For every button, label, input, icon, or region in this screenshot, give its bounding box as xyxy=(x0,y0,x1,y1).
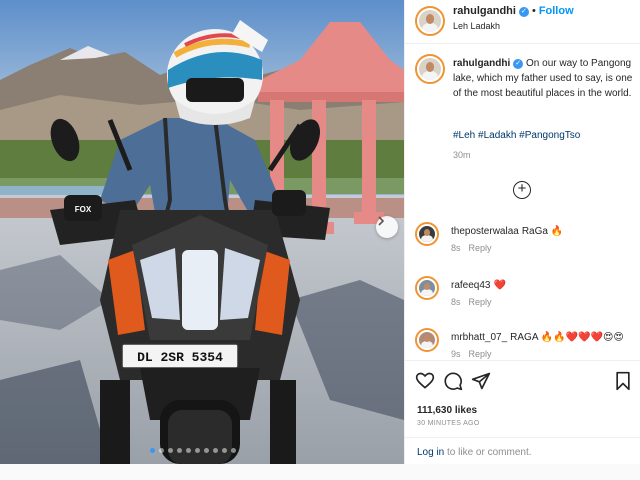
carousel-dot xyxy=(150,448,155,453)
bookmark-icon[interactable] xyxy=(613,371,633,391)
carousel-dot xyxy=(177,448,182,453)
comment-row: rafeeq43 ❤️ 8s Reply xyxy=(405,276,640,316)
glove-logo-text: FOX xyxy=(75,205,92,214)
carousel-dot xyxy=(195,448,200,453)
login-prompt: Log in to like or comment. xyxy=(405,437,640,465)
caption-time: 30m xyxy=(453,150,471,160)
carousel-dot xyxy=(159,448,164,453)
bike-rider-photo: DL 2SR 5354 FOX xyxy=(0,0,404,464)
reply-button[interactable]: Reply xyxy=(469,243,492,253)
login-link[interactable]: Log in xyxy=(417,447,444,458)
verified-badge-icon: ✓ xyxy=(513,59,524,69)
avatar[interactable] xyxy=(415,328,439,352)
license-plate: DL 2SR 5354 xyxy=(137,350,223,365)
caption-username[interactable]: rahulgandhi xyxy=(453,58,510,69)
comment-text: RAGA 🔥🔥❤️❤️❤️😍😍 xyxy=(510,332,624,343)
login-prompt-text: to like or comment. xyxy=(447,447,532,458)
chevron-right-icon xyxy=(378,216,385,226)
reply-button[interactable]: Reply xyxy=(469,297,492,307)
carousel-dot xyxy=(231,448,236,453)
follow-button[interactable]: Follow xyxy=(539,5,574,17)
post-timestamp: 30 MINUTES AGO xyxy=(417,420,480,427)
avatar[interactable] xyxy=(415,54,445,84)
carousel-dot xyxy=(222,448,227,453)
post-header: rahulgandhi ✓ • Follow Leh Ladakh xyxy=(405,0,640,44)
carousel-dot xyxy=(213,448,218,453)
comment-time: 9s xyxy=(451,349,461,359)
comment-icon[interactable] xyxy=(443,371,463,391)
paper-plane-icon[interactable] xyxy=(471,371,491,391)
comment-username[interactable]: theposterwalaa xyxy=(451,226,519,237)
verified-badge-icon: ✓ xyxy=(518,7,529,17)
comment-username[interactable]: mrbhatt_07_ xyxy=(451,332,507,343)
avatar[interactable] xyxy=(415,222,439,246)
comment-time: 8s xyxy=(451,297,461,307)
plus-circle-icon[interactable]: + xyxy=(513,181,531,199)
avatar[interactable] xyxy=(415,276,439,300)
post-actions: 111,630 likes 30 MINUTES AGO Log in to l… xyxy=(405,360,640,464)
reply-button[interactable]: Reply xyxy=(469,349,492,359)
header-username[interactable]: rahulgandhi xyxy=(453,5,516,17)
location-link[interactable]: Leh Ladakh xyxy=(453,21,500,31)
comment-row: theposterwalaa RaGa 🔥 8s Reply xyxy=(405,222,640,262)
comment-text: ❤️ xyxy=(493,280,506,291)
carousel-dot xyxy=(186,448,191,453)
carousel-dots xyxy=(150,448,236,453)
carousel-dot xyxy=(204,448,209,453)
post-photo[interactable]: DL 2SR 5354 FOX xyxy=(0,0,404,464)
comment-text: RaGa 🔥 xyxy=(521,226,564,237)
comment-time: 8s xyxy=(451,243,461,253)
hashtags[interactable]: #Leh #Ladakh #PangongTso xyxy=(453,130,580,141)
comment-username[interactable]: rafeeq43 xyxy=(451,280,490,291)
next-photo-button[interactable] xyxy=(376,216,398,238)
separator-dot: • xyxy=(531,5,536,17)
page-bottom-bar xyxy=(0,464,640,480)
post-sidebar: rahulgandhi ✓ • Follow Leh Ladakh rahulgand… xyxy=(404,0,640,464)
carousel-dot xyxy=(168,448,173,453)
avatar[interactable] xyxy=(415,6,445,36)
like-count[interactable]: 111,630 likes xyxy=(417,405,477,416)
heart-icon[interactable] xyxy=(415,371,435,391)
